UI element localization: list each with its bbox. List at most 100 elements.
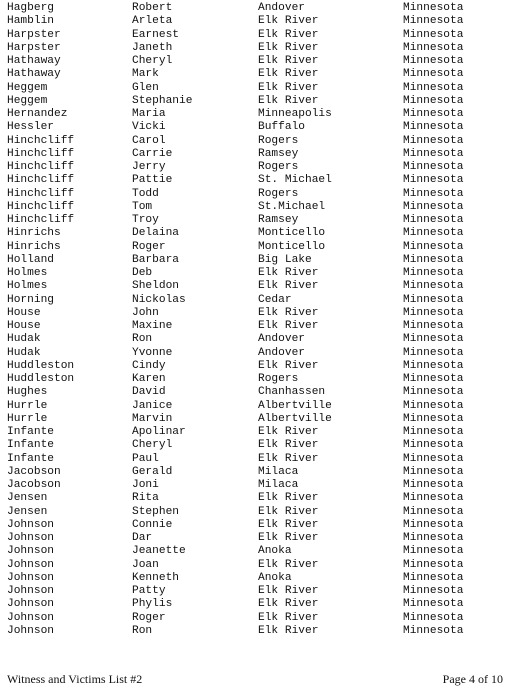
city-cell: Elk River (258, 15, 319, 28)
state-cell: Minnesota (403, 81, 464, 94)
city-cell: Elk River (258, 41, 319, 54)
table-row: Infante Apolinar Elk River Minnesota (0, 426, 530, 439)
city-cell: St.Michael (258, 200, 326, 213)
table-row: Johnson Dar Elk River Minnesota (0, 532, 530, 545)
state-cell: Minnesota (403, 108, 464, 120)
city-cell: Monticello (258, 227, 326, 240)
city-cell: Elk River (258, 585, 319, 597)
last-name-cell: Johnson (7, 545, 54, 558)
city-cell: Albertville (258, 412, 332, 425)
first-name-cell: Maria (132, 108, 166, 120)
state-cell: Minnesota (403, 386, 464, 399)
last-name-cell: Jensen (7, 492, 48, 505)
last-name-cell: Johnson (7, 571, 54, 584)
city-cell: Albertville (258, 399, 332, 412)
first-name-cell: Janice (132, 399, 173, 412)
last-name-cell: House (7, 320, 41, 332)
table-row: Johnson Jeanette Anoka Minnesota (0, 545, 530, 558)
city-cell: St. Michael (258, 174, 332, 187)
state-cell: Minnesota (403, 399, 464, 412)
city-cell: Elk River (258, 532, 319, 544)
table-row: Johnson Kenneth Anoka Minnesota (0, 572, 530, 585)
table-row: Johnson Ron Elk River Minnesota (0, 625, 530, 638)
last-name-cell: House (7, 306, 41, 319)
last-name-cell: Jacobson (7, 465, 61, 478)
first-name-cell: Phylis (132, 598, 173, 611)
last-name-cell: Holmes (7, 267, 48, 279)
city-cell: Elk River (258, 624, 319, 637)
city-cell: Elk River (258, 320, 319, 332)
state-cell: Minnesota (403, 505, 464, 518)
first-name-cell: Marvin (132, 412, 173, 425)
table-row: Hinchcliff Troy Ramsey Minnesota (0, 214, 530, 227)
first-name-cell: Nickolas (132, 293, 186, 306)
first-name-cell: Vicki (132, 121, 166, 134)
last-name-cell: Johnson (7, 558, 54, 571)
first-name-cell: Joni (132, 479, 159, 491)
table-row: Holmes Sheldon Elk River Minnesota (0, 280, 530, 293)
table-row: House John Elk River Minnesota (0, 307, 530, 320)
state-cell: Minnesota (403, 598, 464, 611)
last-name-cell: Hurrle (7, 399, 48, 412)
state-cell: Minnesota (403, 227, 464, 240)
table-row: Heggem Stephanie Elk River Minnesota (0, 95, 530, 108)
first-name-cell: Earnest (132, 28, 179, 41)
first-name-cell: Delaina (132, 227, 179, 240)
last-name-cell: Huddleston (7, 359, 75, 372)
table-row: Hinrichs Roger Monticello Minnesota (0, 241, 530, 254)
first-name-cell: Stephanie (132, 94, 193, 107)
table-row: Horning Nickolas Cedar Minnesota (0, 294, 530, 307)
table-row: Infante Cheryl Elk River Minnesota (0, 439, 530, 452)
state-cell: Minnesota (403, 68, 464, 81)
page-number: Page 4 of 10 (442, 672, 503, 686)
city-cell: Elk River (258, 505, 319, 518)
state-cell: Minnesota (403, 439, 464, 452)
last-name-cell: Hinchcliff (7, 174, 75, 187)
state-cell: Minnesota (403, 320, 464, 332)
state-cell: Minnesota (403, 161, 464, 173)
city-cell: Monticello (258, 240, 326, 253)
table-row: Hudak Ron Andover Minnesota (0, 333, 530, 346)
table-row: Hinchcliff Tom St.Michael Minnesota (0, 201, 530, 214)
state-cell: Minnesota (403, 532, 464, 544)
last-name-cell: Holland (7, 253, 54, 266)
state-cell: Minnesota (403, 28, 464, 41)
city-cell: Rogers (258, 187, 299, 200)
table-row: Hathaway Cheryl Elk River Minnesota (0, 55, 530, 68)
table-row: Holmes Deb Elk River Minnesota (0, 267, 530, 280)
table-row: Huddleston Karen Rogers Minnesota (0, 373, 530, 386)
table-row: Hinchcliff Todd Rogers Minnesota (0, 188, 530, 201)
state-cell: Minnesota (403, 545, 464, 558)
last-name-cell: Heggem (7, 94, 48, 107)
state-cell: Minnesota (403, 346, 464, 359)
last-name-cell: Johnson (7, 585, 54, 597)
first-name-cell: John (132, 306, 159, 319)
table-row: Jacobson Gerald Milaca Minnesota (0, 466, 530, 479)
table-row: Jacobson Joni Milaca Minnesota (0, 479, 530, 492)
state-cell: Minnesota (403, 293, 464, 306)
state-cell: Minnesota (403, 134, 464, 147)
state-cell: Minnesota (403, 492, 464, 505)
table-row: Hudak Yvonne Andover Minnesota (0, 347, 530, 360)
last-name-cell: Hessler (7, 121, 54, 134)
city-cell: Andover (258, 333, 305, 346)
first-name-cell: Sheldon (132, 280, 179, 293)
last-name-cell: Hathaway (7, 55, 61, 67)
first-name-cell: Janeth (132, 41, 173, 54)
city-cell: Elk River (258, 558, 319, 571)
table-row: Infante Paul Elk River Minnesota (0, 453, 530, 466)
city-cell: Elk River (258, 28, 319, 41)
city-cell: Elk River (258, 280, 319, 293)
state-cell: Minnesota (403, 2, 464, 14)
state-cell: Minnesota (403, 333, 464, 346)
state-cell: Minnesota (403, 624, 464, 637)
table-row: Hathaway Mark Elk River Minnesota (0, 68, 530, 81)
state-cell: Minnesota (403, 571, 464, 584)
last-name-cell: Hughes (7, 386, 48, 399)
city-cell: Anoka (258, 545, 292, 558)
first-name-cell: Patty (132, 585, 166, 597)
city-cell: Ramsey (258, 147, 299, 160)
last-name-cell: Jacobson (7, 479, 61, 491)
city-cell: Buffalo (258, 121, 305, 134)
city-cell: Elk River (258, 267, 319, 279)
